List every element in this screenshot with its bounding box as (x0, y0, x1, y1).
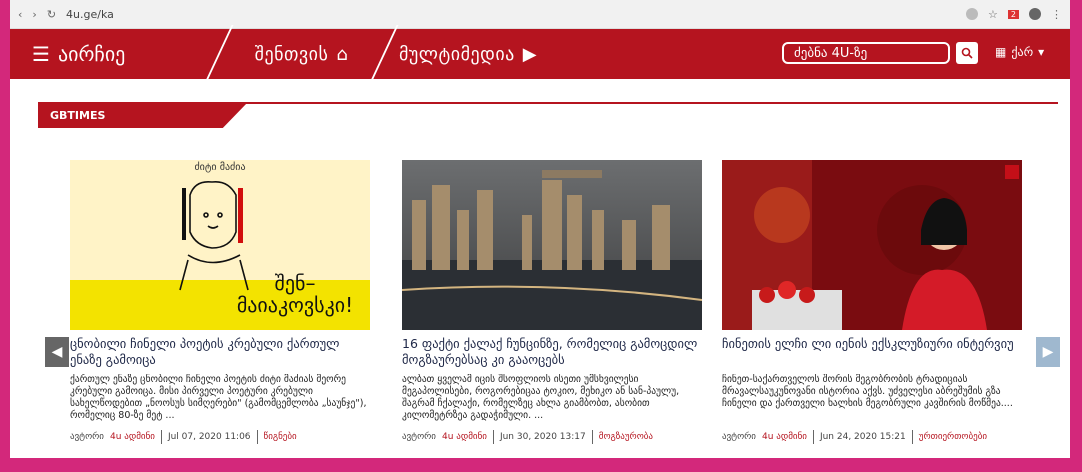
search-box[interactable] (782, 42, 950, 64)
author-prefix: ავტორი (722, 432, 756, 442)
meta-divider (911, 430, 913, 444)
card-title[interactable]: 16 ფაქტი ქალაქ ჩუნცინზე, რომელიც გამოცდი… (402, 336, 702, 368)
url-text[interactable]: 4u.ge/ka (66, 8, 114, 21)
meta-divider (591, 430, 593, 444)
section-header: GBTIMES (38, 102, 1058, 128)
author-prefix: ავტორი (402, 432, 436, 442)
card-image-city[interactable] (402, 160, 702, 330)
news-card[interactable]: ძიტი მაძია შენ– მაიაკოვსკი! ცნობილი ჩინე… (70, 160, 370, 444)
meta-divider (492, 430, 494, 444)
carousel-prev-button[interactable]: ◀ (45, 337, 69, 367)
news-card[interactable]: 16 ფაქტი ქალაქ ჩუნცინზე, რომელიც გამოცდი… (402, 160, 702, 444)
author-link[interactable]: 4u ადმინი (762, 432, 807, 442)
home-icon: ⌂ (336, 43, 349, 65)
section-title: GBTIMES (38, 102, 248, 128)
reload-icon[interactable]: ↻ (47, 8, 56, 21)
chevron-down-icon: ▾ (1038, 45, 1045, 59)
language-label: ქარ (1011, 45, 1034, 59)
chevron-right-icon: ▶ (1042, 344, 1054, 360)
menu-button[interactable]: ☰ აირჩიე (10, 42, 204, 66)
category-link[interactable]: მოგზაურობა (599, 432, 653, 442)
category-link[interactable]: ურთიერთობები (919, 432, 987, 442)
author-prefix: ავტორი (70, 432, 104, 442)
home-link[interactable]: შენთვის ⌂ (234, 44, 369, 65)
forward-icon[interactable]: › (32, 8, 36, 21)
card-image-poet[interactable]: ძიტი მაძია შენ– მაიაკოვსკი! (70, 160, 370, 330)
home-label: შენთვის (254, 43, 329, 65)
star-icon[interactable]: ☆ (988, 8, 998, 21)
meta-divider (256, 430, 258, 444)
card-excerpt: ალბათ ყველამ იცის შსოფლიოს ისეთი უმსხვილ… (402, 374, 680, 421)
ambassador-photo (722, 160, 1022, 330)
search-button[interactable] (956, 42, 978, 64)
news-card[interactable]: ჩინეთის ელჩი ლი იენის ექსკლუზიური ინტერვ… (722, 160, 1022, 444)
multimedia-link[interactable]: მულტიმედია ▶ (399, 44, 579, 65)
nav-divider (204, 25, 234, 83)
card-meta: ავტორი 4u ადმინი Jun 30, 2020 13:17 მოგზ… (402, 430, 702, 444)
extension-icon[interactable] (966, 8, 979, 20)
more-icon[interactable]: ⋮ (1051, 8, 1062, 21)
author-link[interactable]: 4u ადმინი (442, 432, 487, 442)
post-date: Jun 24, 2020 15:21 (819, 432, 906, 442)
notification-badge[interactable]: 2 (1007, 9, 1019, 19)
search-input[interactable] (792, 44, 940, 62)
card-title[interactable]: ცნობილი ჩინელი პოეტის კრებული ქართულ ენა… (70, 336, 370, 368)
card-excerpt: ქართულ ენაზე ცნობილი ჩინელი პოეტის ძიტი … (70, 374, 367, 421)
menu-label: აირჩიე (57, 42, 126, 66)
language-selector[interactable]: ▦ ქარ ▾ (995, 45, 1044, 59)
image-main-text: შენ– მაიაკოვსკი! (236, 271, 354, 317)
back-icon[interactable]: ‹ (18, 8, 22, 21)
card-title[interactable]: ჩინეთის ელჩი ლი იენის ექსკლუზიური ინტერვ… (722, 336, 1022, 368)
city-photo (402, 160, 702, 330)
grid-icon: ▦ (995, 45, 1007, 59)
chevron-left-icon: ◀ (51, 344, 63, 360)
profile-avatar[interactable] (1029, 8, 1041, 20)
meta-divider (160, 430, 162, 444)
top-navigation: ☰ აირჩიე შენთვის ⌂ მულტიმედია ▶ ▦ ქარ ▾ (10, 25, 1070, 83)
author-link[interactable]: 4u ადმინი (110, 432, 155, 442)
category-link[interactable]: წიგნები (264, 432, 297, 442)
post-date: Jul 07, 2020 11:06 (167, 432, 251, 442)
browser-toolbar: ‹ › ↻ 4u.ge/ka ☆ 2 ⋮ (10, 0, 1070, 29)
card-meta: ავტორი 4u ადმინი Jun 24, 2020 15:21 ურთი… (722, 430, 1022, 444)
carousel-next-button[interactable]: ▶ (1036, 337, 1060, 367)
post-date: Jun 30, 2020 13:17 (499, 432, 586, 442)
meta-divider (812, 430, 814, 444)
search-icon (961, 47, 973, 59)
card-meta: ავტორი 4u ადმინი Jul 07, 2020 11:06 წიგნ… (70, 430, 370, 444)
outer-background (0, 458, 1082, 472)
browser-frame: ‹ › ↻ 4u.ge/ka ☆ 2 ⋮ ☰ აირჩიე შენთვის ⌂ … (10, 0, 1070, 462)
hamburger-icon: ☰ (32, 42, 50, 66)
multimedia-label: მულტიმედია (399, 43, 515, 65)
nav-divider (369, 25, 399, 83)
card-excerpt: ჩინეთ-საქართველოს შორის მეგობრობის ტრადი… (722, 374, 1013, 409)
card-image-ambassador[interactable] (722, 160, 1022, 330)
section-line (38, 102, 1058, 104)
play-icon: ▶ (522, 43, 538, 65)
